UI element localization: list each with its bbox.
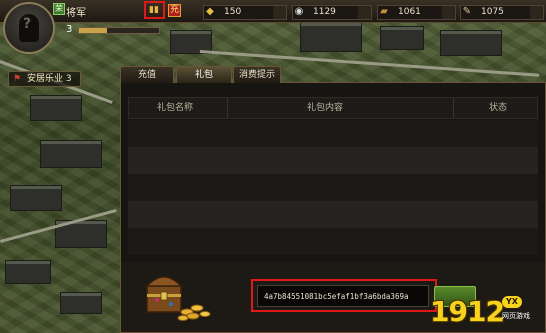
recharge-button[interactable]: 充 xyxy=(168,4,181,17)
column-header-content: 礼包内容 xyxy=(307,103,344,113)
player-avatar[interactable]: ? xyxy=(3,2,55,54)
gift-table-header: 礼包名称 礼包内容 状态 xyxy=(128,97,538,119)
column-separator xyxy=(227,98,228,118)
treasure-chest-icon xyxy=(145,276,211,321)
resource-add-button[interactable] xyxy=(530,6,543,19)
map-building xyxy=(5,260,51,284)
column-header-status: 状态 xyxy=(489,103,508,113)
highlight-box-gift xyxy=(144,1,165,19)
resource-gold: ◆ 150 xyxy=(203,5,287,20)
player-level: 3 xyxy=(66,24,73,35)
table-row xyxy=(128,120,538,147)
tab-spending-tips[interactable]: 消费提示 xyxy=(233,66,281,83)
watermark-subtitle: 网页游戏 xyxy=(502,312,530,320)
flag-icon: ⚑ xyxy=(13,74,22,84)
resource-value: 1075 xyxy=(481,7,504,17)
resource-scroll: ✎ 1075 xyxy=(460,5,544,20)
resource-value: 1061 xyxy=(398,7,421,17)
map-building xyxy=(30,95,82,121)
location-label[interactable]: ⚑ 安居乐业 3 xyxy=(8,71,81,87)
highlight-box-code xyxy=(251,279,437,312)
table-row xyxy=(128,147,538,174)
copper-icon: ▰ xyxy=(380,6,388,17)
map-building xyxy=(40,140,102,168)
map-building xyxy=(440,30,502,56)
gold-ingot-icon: ◆ xyxy=(206,6,214,17)
resource-add-button[interactable] xyxy=(442,6,455,19)
site-watermark-logo: 1912 YX 网页游戏 xyxy=(430,295,546,333)
table-row xyxy=(128,201,538,228)
resource-value: 1129 xyxy=(313,7,336,17)
resource-silver: ◉ 1129 xyxy=(292,5,372,20)
map-building xyxy=(10,185,62,211)
map-building xyxy=(60,292,102,314)
tab-gift-pack[interactable]: 礼包 xyxy=(176,66,232,83)
watermark-number: 1912 xyxy=(430,295,505,328)
table-row xyxy=(128,174,538,201)
resource-value: 150 xyxy=(224,7,242,17)
tab-recharge[interactable]: 充值 xyxy=(120,66,174,83)
silver-icon: ◉ xyxy=(294,6,304,17)
player-name: 将军 xyxy=(66,8,86,19)
table-row xyxy=(128,228,538,255)
resource-copper: ▰ 1061 xyxy=(377,5,456,20)
xp-progress-fill xyxy=(79,28,107,33)
scroll-icon: ✎ xyxy=(462,6,472,17)
column-separator xyxy=(453,98,454,118)
map-building xyxy=(380,26,424,50)
column-header-name: 礼包名称 xyxy=(157,103,194,113)
map-building xyxy=(300,22,362,52)
location-text: 安居乐业 3 xyxy=(27,74,72,84)
unknown-avatar-icon: ? xyxy=(23,16,32,32)
watermark-badge: YX xyxy=(502,296,522,308)
resource-add-button[interactable] xyxy=(358,6,371,19)
vip-badge: 荣 xyxy=(53,3,65,15)
xp-progress-bar xyxy=(78,27,160,34)
resource-add-button[interactable] xyxy=(273,6,286,19)
